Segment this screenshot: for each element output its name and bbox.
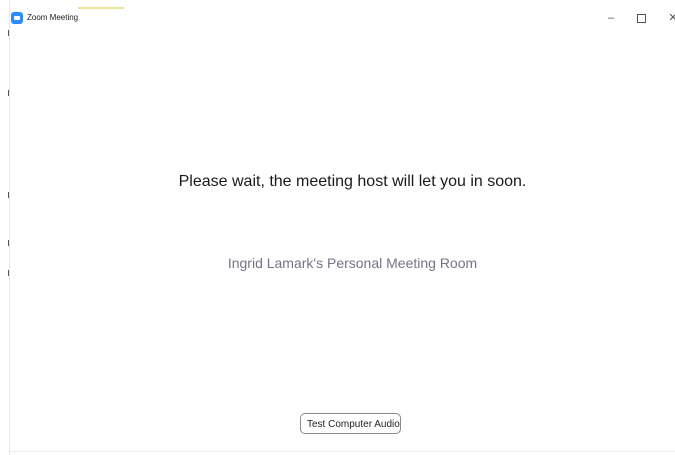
title-bar[interactable]: Zoom Meeting – ✕	[10, 9, 675, 31]
edge-mark	[8, 240, 9, 246]
maximize-icon	[636, 14, 646, 23]
minimize-button[interactable]: –	[600, 11, 622, 27]
meeting-room-name: Ingrid Lamark's Personal Meeting Room	[227, 255, 478, 271]
zoom-camera-icon	[11, 12, 23, 24]
window-title: Zoom Meeting	[27, 13, 79, 22]
close-button[interactable]: ✕	[662, 11, 675, 27]
edge-mark	[8, 192, 9, 198]
edge-mark	[8, 90, 9, 96]
maximize-button[interactable]	[630, 11, 652, 27]
background-window-edge	[0, 0, 10, 455]
test-computer-audio-button[interactable]: Test Computer Audio	[300, 413, 401, 434]
zoom-meeting-window: Zoom Meeting – ✕ Please wait, the meetin…	[0, 0, 675, 455]
edge-mark	[8, 30, 9, 36]
waiting-message: Please wait, the meeting host will let y…	[178, 173, 527, 190]
edge-mark	[8, 270, 9, 276]
waiting-room-content: Please wait, the meeting host will let y…	[10, 31, 675, 455]
bottom-divider	[10, 451, 675, 452]
